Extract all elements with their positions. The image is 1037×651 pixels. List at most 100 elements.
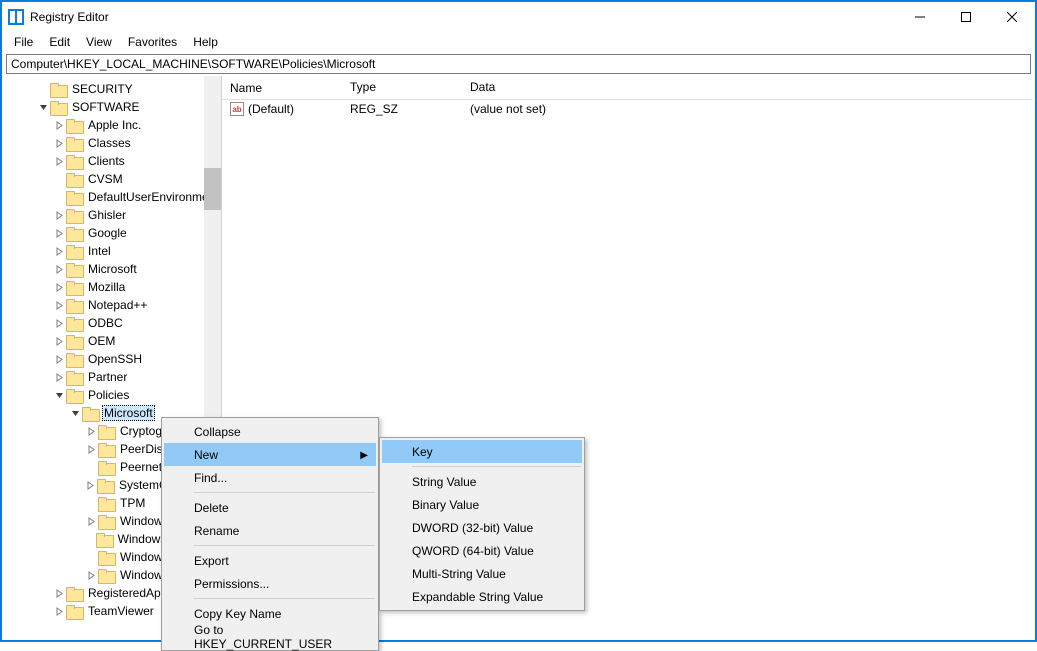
menu-edit[interactable]: Edit (41, 33, 78, 51)
tree-node[interactable]: Notepad++ (4, 296, 221, 314)
tree-node[interactable]: Google (4, 224, 221, 242)
tree-node[interactable]: Partner (4, 368, 221, 386)
tree-node[interactable]: ODBC (4, 314, 221, 332)
tree-node[interactable]: Clients (4, 152, 221, 170)
context-submenu-new[interactable]: Key String ValueBinary ValueDWORD (32-bit… (379, 437, 585, 611)
menu-favorites[interactable]: Favorites (120, 33, 185, 51)
tree-node[interactable]: Microsoft (4, 260, 221, 278)
chevron-right-icon[interactable] (52, 118, 66, 132)
menu-view[interactable]: View (78, 33, 120, 51)
chevron-right-icon[interactable] (52, 154, 66, 168)
chevron-right-icon[interactable] (52, 586, 66, 600)
folder-icon (66, 371, 82, 384)
chevron-right-icon[interactable] (52, 280, 66, 294)
menu-item-label: Go to HKEY_CURRENT_USER (194, 623, 356, 651)
tree-node[interactable]: Policies (4, 386, 221, 404)
folder-icon (66, 605, 82, 618)
submenu-item[interactable]: Multi-String Value (382, 562, 582, 585)
context-menu[interactable]: Collapse New▶ Find... DeleteRename Export Per… (161, 417, 379, 651)
context-menu-item[interactable]: Export (164, 549, 376, 572)
scrollbar-thumb[interactable] (204, 168, 221, 210)
menu-item-label: Multi-String Value (412, 567, 506, 581)
tree-node[interactable]: CVSM (4, 170, 221, 188)
context-menu-item[interactable]: Rename (164, 519, 376, 542)
chevron-right-icon[interactable] (52, 298, 66, 312)
folder-icon (98, 569, 114, 582)
chevron-right-icon[interactable] (52, 244, 66, 258)
chevron-right-icon[interactable] (52, 352, 66, 366)
tree-node[interactable]: OpenSSH (4, 350, 221, 368)
minimize-button[interactable] (897, 2, 943, 32)
chevron-right-icon[interactable] (52, 136, 66, 150)
tree-node[interactable]: DefaultUserEnvironment (4, 188, 221, 206)
col-data[interactable]: Data (462, 76, 1033, 99)
col-name[interactable]: Name (222, 76, 342, 99)
folder-icon (97, 479, 113, 492)
tree-node-label: Google (88, 226, 127, 240)
chevron-down-icon[interactable] (68, 406, 82, 420)
tree-node[interactable]: SECURITY (4, 80, 221, 98)
window-title: Registry Editor (30, 10, 109, 24)
folder-icon (66, 155, 82, 168)
chevron-right-icon[interactable] (52, 604, 66, 618)
menu-item-label: Key (412, 445, 433, 459)
tree-node-label: DefaultUserEnvironment (88, 190, 219, 204)
col-type[interactable]: Type (342, 76, 462, 99)
folder-icon (66, 173, 82, 186)
tree-node-label: CVSM (88, 172, 123, 186)
context-menu-item[interactable]: Delete (164, 496, 376, 519)
tree-node[interactable]: Intel (4, 242, 221, 260)
chevron-right-icon[interactable] (52, 226, 66, 240)
menu-item-label: Find... (194, 471, 227, 485)
menu-item-label: QWORD (64-bit) Value (412, 544, 534, 558)
chevron-down-icon[interactable] (52, 388, 66, 402)
chevron-right-icon[interactable] (52, 316, 66, 330)
folder-icon (66, 209, 82, 222)
submenu-item[interactable]: Key (382, 440, 582, 463)
tree-node[interactable]: OEM (4, 332, 221, 350)
menu-help[interactable]: Help (185, 33, 226, 51)
submenu-item[interactable]: DWORD (32-bit) Value (382, 516, 582, 539)
address-bar[interactable]: Computer\HKEY_LOCAL_MACHINE\SOFTWARE\Pol… (6, 54, 1031, 74)
submenu-item[interactable]: QWORD (64-bit) Value (382, 539, 582, 562)
menu-file[interactable]: File (6, 33, 41, 51)
chevron-right-icon[interactable] (84, 424, 98, 438)
chevron-right-icon[interactable] (84, 568, 98, 582)
folder-icon (50, 83, 66, 96)
tree-node[interactable]: Mozilla (4, 278, 221, 296)
context-menu-item[interactable]: Go to HKEY_CURRENT_USER (164, 625, 376, 648)
tree-node-label: ODBC (88, 316, 123, 330)
submenu-item[interactable]: Binary Value (382, 493, 582, 516)
menu-item-label: Permissions... (194, 577, 269, 591)
menu-item-label: Copy Key Name (194, 607, 281, 621)
tree-node[interactable]: Apple Inc. (4, 116, 221, 134)
cell-type: REG_SZ (342, 102, 462, 116)
tree-node[interactable]: Ghisler (4, 206, 221, 224)
chevron-right-icon[interactable] (52, 370, 66, 384)
chevron-right-icon[interactable] (83, 478, 97, 492)
tree-node[interactable]: Classes (4, 134, 221, 152)
folder-icon (96, 533, 112, 546)
context-menu-item[interactable]: Find... (164, 466, 376, 489)
context-menu-item[interactable]: Permissions... (164, 572, 376, 595)
tree-node-label: Clients (88, 154, 125, 168)
context-menu-item[interactable]: New▶ (164, 443, 376, 466)
chevron-right-icon[interactable] (84, 442, 98, 456)
close-button[interactable] (989, 2, 1035, 32)
chevron-right-icon[interactable] (84, 514, 98, 528)
chevron-right-icon[interactable] (52, 208, 66, 222)
maximize-button[interactable] (943, 2, 989, 32)
chevron-down-icon[interactable] (36, 100, 50, 114)
submenu-item[interactable]: Expandable String Value (382, 585, 582, 608)
submenu-item[interactable]: String Value (382, 470, 582, 493)
chevron-right-icon[interactable] (52, 334, 66, 348)
folder-icon (66, 587, 82, 600)
list-row[interactable]: ab (Default) REG_SZ (value not set) (222, 100, 1033, 118)
chevron-right-icon[interactable] (52, 262, 66, 276)
tree-node[interactable]: SOFTWARE (4, 98, 221, 116)
menu-item-label: Expandable String Value (412, 590, 543, 604)
title-bar: Registry Editor (2, 2, 1035, 32)
tree-node-label: Mozilla (88, 280, 125, 294)
menu-item-label: Collapse (194, 425, 241, 439)
context-menu-item[interactable]: Collapse (164, 420, 376, 443)
